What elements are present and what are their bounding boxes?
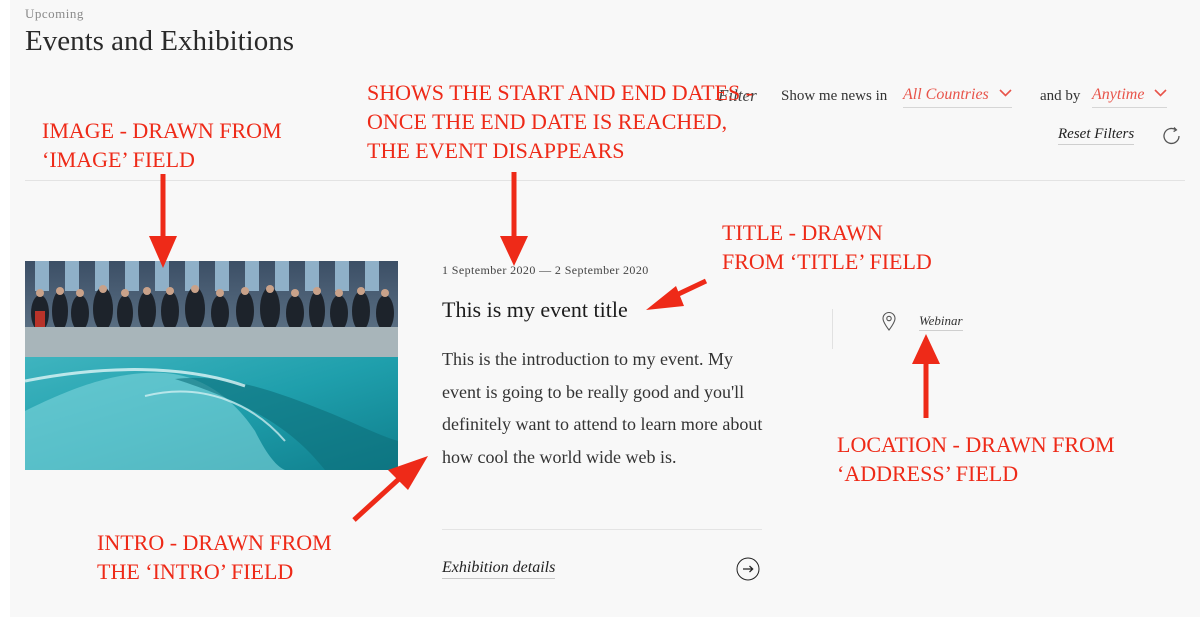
section-divider bbox=[25, 180, 1185, 181]
annotation-line: SHOWS THE START AND END DATES - bbox=[367, 80, 754, 105]
annotation-line: TITLE - DRAWN bbox=[722, 220, 883, 245]
arrow-right-circle-icon[interactable] bbox=[736, 557, 760, 581]
annotation-line: ‘ADDRESS’ FIELD bbox=[837, 461, 1019, 486]
exhibition-details-link[interactable]: Exhibition details bbox=[442, 559, 556, 579]
country-filter-select[interactable]: All Countries bbox=[903, 86, 1012, 108]
event-photo bbox=[25, 261, 398, 470]
chevron-down-icon bbox=[999, 89, 1012, 97]
time-filter-value: Anytime bbox=[1092, 86, 1145, 103]
event-location[interactable]: Webinar bbox=[919, 313, 963, 331]
annotation-line: THE ‘INTRO’ FIELD bbox=[97, 559, 294, 584]
page-title: Events and Exhibitions bbox=[25, 25, 295, 57]
time-filter-select[interactable]: Anytime bbox=[1092, 86, 1168, 108]
chevron-down-icon bbox=[1154, 89, 1167, 97]
annotation-line: FROM ‘TITLE’ FIELD bbox=[722, 249, 932, 274]
filter-by-text: and by bbox=[1040, 88, 1081, 104]
reset-filters-link[interactable]: Reset Filters bbox=[1058, 126, 1135, 145]
annotation-line: IMAGE - DRAWN FROM bbox=[42, 118, 282, 143]
annotation-image: IMAGE - DRAWN FROM ‘IMAGE’ FIELD bbox=[42, 116, 282, 174]
annotation-dates: SHOWS THE START AND END DATES - ONCE THE… bbox=[367, 78, 753, 165]
annotation-line: ONCE THE END DATE IS REACHED, bbox=[367, 109, 728, 134]
location-pin-icon bbox=[882, 311, 896, 331]
event-image[interactable] bbox=[25, 261, 398, 470]
location-divider bbox=[832, 309, 833, 349]
refresh-icon[interactable] bbox=[1160, 124, 1184, 148]
annotation-line: THE EVENT DISAPPEARS bbox=[367, 138, 625, 163]
country-filter-value: All Countries bbox=[903, 86, 989, 103]
annotation-line: INTRO - DRAWN FROM bbox=[97, 530, 332, 555]
intro-divider bbox=[442, 529, 762, 530]
event-intro: This is the introduction to my event. My… bbox=[442, 349, 763, 467]
annotation-line: ‘IMAGE’ FIELD bbox=[42, 147, 195, 172]
annotation-title: TITLE - DRAWN FROM ‘TITLE’ FIELD bbox=[722, 218, 932, 276]
annotation-line: LOCATION - DRAWN FROM bbox=[837, 432, 1115, 457]
event-title[interactable]: This is my event title bbox=[442, 297, 628, 323]
annotation-location: LOCATION - DRAWN FROM ‘ADDRESS’ FIELD bbox=[837, 430, 1115, 488]
event-dates: 1 September 2020 — 2 September 2020 bbox=[442, 263, 649, 277]
annotation-intro: INTRO - DRAWN FROM THE ‘INTRO’ FIELD bbox=[97, 528, 332, 586]
filter-show-text: Show me news in bbox=[781, 88, 888, 104]
section-eyebrow: Upcoming bbox=[25, 6, 84, 21]
